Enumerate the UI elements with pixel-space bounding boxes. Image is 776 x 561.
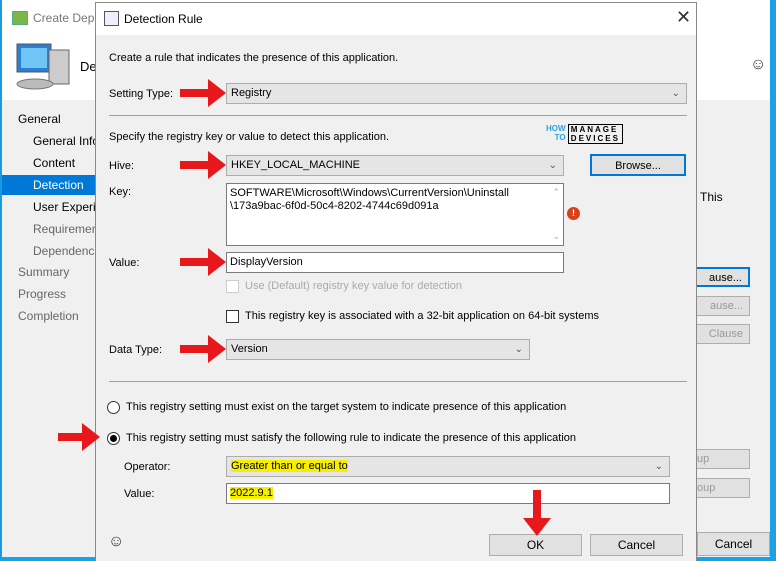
nav-summary[interactable]: Summary	[18, 265, 69, 279]
divider	[109, 115, 687, 116]
howtomanagedevices-logo: HOW TO MANAGE DEVICES	[546, 124, 623, 144]
data-type-value: Version	[231, 343, 268, 355]
use-default-checkbox[interactable]	[226, 280, 239, 293]
wizard-title: Create Depl	[33, 11, 98, 25]
chevron-down-icon: ⌄	[548, 160, 557, 171]
nav-dependencies[interactable]: Dependenc	[33, 244, 94, 258]
nav-detection-method[interactable]: Detection M	[2, 175, 95, 212]
nav-progress[interactable]: Progress	[18, 287, 66, 301]
nav-general[interactable]: General	[18, 112, 61, 126]
hive-label: Hive:	[109, 160, 135, 172]
hive-dropdown[interactable]: HKEY_LOCAL_MACHINE ⌄	[226, 155, 564, 176]
chevron-down-icon: ⌄	[654, 461, 663, 472]
operator-label: Operator:	[124, 461, 171, 473]
setting-type-label: Setting Type:	[109, 88, 174, 100]
rule-value-label: Value:	[124, 488, 155, 500]
browse-button[interactable]: Browse...	[590, 154, 686, 176]
background-text: This	[700, 190, 723, 204]
chevron-down-icon: ⌄	[514, 344, 523, 355]
key-label: Key:	[109, 186, 132, 198]
nav-content[interactable]: Content	[33, 156, 75, 170]
operator-dropdown[interactable]: Greater than or equal to ⌄	[226, 456, 670, 477]
use-default-label: Use (Default) registry key value for det…	[245, 280, 463, 292]
detection-rule-dialog: Detection Rule ✕ Create a rule that indi…	[95, 2, 697, 561]
wizard-app-icon	[12, 11, 28, 25]
error-icon: !	[567, 207, 580, 220]
value-input[interactable]: DisplayVersion	[226, 252, 564, 273]
radio-must-exist-label: This registry setting must exist on the …	[126, 401, 567, 413]
is32bit-checkbox[interactable]	[226, 310, 239, 323]
nav-general-info[interactable]: General Info	[33, 134, 99, 148]
operator-value: Greater than or equal to	[231, 460, 348, 472]
hive-value: HKEY_LOCAL_MACHINE	[231, 159, 360, 171]
radio-satisfy-rule[interactable]	[107, 432, 120, 445]
edit-clause-button[interactable]: ause...	[688, 296, 750, 316]
dialog-title: Detection Rule	[124, 12, 203, 26]
specify-text: Specify the registry key or value to det…	[109, 131, 390, 143]
data-type-dropdown[interactable]: Version ⌄	[226, 339, 530, 360]
dialog-icon	[104, 11, 119, 26]
key-textarea[interactable]: SOFTWARE\Microsoft\Windows\CurrentVersio…	[226, 183, 564, 246]
cancel-button[interactable]: Cancel	[590, 534, 683, 556]
is32bit-label: This registry key is associated with a 3…	[245, 310, 599, 322]
scroll-down-icon[interactable]: ⌄	[552, 230, 560, 243]
nav-completion[interactable]: Completion	[18, 309, 79, 323]
ok-button[interactable]: OK	[489, 534, 582, 556]
data-type-label: Data Type:	[109, 344, 162, 356]
nav-user-experience[interactable]: User Experie	[33, 200, 102, 214]
setting-type-value: Registry	[231, 87, 272, 99]
radio-satisfy-rule-label: This registry setting must satisfy the f…	[126, 432, 577, 444]
setting-type-dropdown[interactable]: Registry ⌄	[226, 83, 687, 104]
rule-value-input[interactable]: 2022.9.1	[226, 483, 670, 504]
key-line-2: \173a9bac-6f0d-50c4-8202-4744c69d091a	[230, 200, 439, 212]
key-line-1: SOFTWARE\Microsoft\Windows\CurrentVersio…	[230, 187, 509, 199]
computer-icon	[13, 42, 75, 92]
rule-value: 2022.9.1	[230, 487, 273, 499]
user-help-icon: ☺	[108, 533, 125, 550]
chevron-down-icon: ⌄	[671, 88, 680, 99]
add-clause-button[interactable]: ause...	[688, 267, 750, 287]
group-button[interactable]: up	[688, 449, 750, 469]
scroll-up-icon[interactable]: ⌃	[552, 186, 560, 199]
divider	[109, 381, 687, 382]
radio-must-exist[interactable]	[107, 401, 120, 414]
user-icon: ☺	[750, 56, 767, 73]
ungroup-button[interactable]: oup	[688, 478, 750, 498]
value-label: Value:	[109, 257, 140, 269]
close-icon[interactable]: ✕	[676, 7, 691, 28]
intro-text: Create a rule that indicates the presenc…	[109, 52, 399, 64]
wizard-cancel-button[interactable]: Cancel	[697, 532, 770, 556]
delete-clause-button[interactable]: Clause	[688, 324, 750, 344]
nav-requirements[interactable]: Requiremen	[33, 222, 98, 236]
